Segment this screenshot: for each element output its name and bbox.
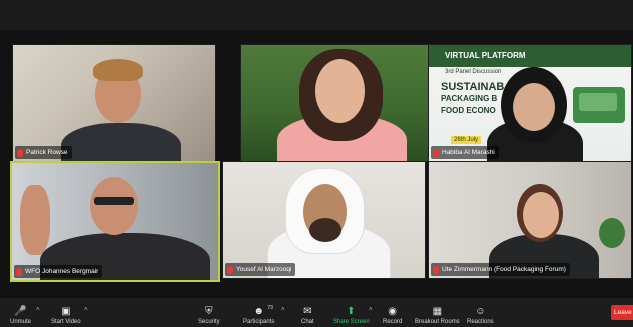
participants-count: 73 (267, 305, 273, 311)
participant-name: Yousef Al Marzooqi (236, 266, 292, 273)
breakout-rooms-label: Breakout Rooms (415, 319, 460, 325)
unmute-label: Unmute (10, 319, 32, 325)
mic-muted-icon (227, 265, 233, 274)
name-tag: Ute Zimmermann (Food Packaging Forum) (431, 263, 570, 276)
record-label: Record (383, 319, 403, 325)
smiley-icon: ☺ (475, 306, 486, 317)
share-screen-icon: ⬆ (347, 306, 356, 317)
plant-decoration (599, 218, 625, 248)
chat-button[interactable]: ✉ Chat (301, 306, 314, 325)
mic-muted-icon (17, 148, 23, 157)
participant-head (90, 177, 138, 235)
leave-button[interactable]: Leave (611, 305, 633, 320)
share-screen-label: Share Screen (333, 319, 370, 325)
mic-muted-icon (433, 148, 439, 157)
participant-name: Patrick Rowse (26, 149, 68, 156)
slide-heading-line: PACKAGING B (441, 94, 498, 103)
shield-icon: ⛨ (205, 306, 213, 317)
participants-button[interactable]: ☻ 73 Participants (243, 305, 275, 325)
participant-beard (309, 218, 341, 242)
video-tile-patrick[interactable]: Patrick Rowse (12, 44, 216, 162)
meeting-toolbar: 🎤 Unmute ˄ ▣ Start Video ˄ ⛨ Security ☻ 7… (0, 298, 633, 327)
slide-date: 26th July (451, 136, 482, 144)
chat-bubble-icon: ✉ (303, 306, 312, 317)
video-tile-yousef[interactable]: Yousef Al Marzooqi (222, 161, 426, 279)
name-tag: WFO Johannes Bergmair (14, 265, 103, 278)
participant-body (61, 123, 181, 161)
participant-arm (20, 185, 50, 255)
name-tag: Habiba Al Marashi (431, 146, 499, 159)
slide-title: VIRTUAL PLATFORM (445, 51, 526, 60)
gallery-view: Patrick Rowse VIRTUAL PLATFORM 3rd Panel… (0, 30, 633, 298)
name-tag: Patrick Rowse (15, 146, 72, 159)
participant-head (523, 192, 559, 238)
participant-glasses (94, 197, 134, 205)
unmute-button[interactable]: 🎤 Unmute (10, 306, 31, 325)
grid-icon: ▦ (432, 306, 443, 317)
security-label: Security (198, 319, 220, 325)
security-button[interactable]: ⛨ Security (198, 306, 220, 325)
participants-label: Participants (243, 319, 275, 325)
audio-options-caret[interactable]: ˄ (36, 307, 40, 313)
video-tile-habiba[interactable]: VIRTUAL PLATFORM 3rd Panel Discussion SU… (428, 44, 632, 162)
participant-hair (93, 59, 143, 81)
slide-heading: SUSTAINAB PACKAGING B FOOD ECONO (441, 81, 504, 117)
video-off-icon: ▣ (61, 306, 71, 317)
meeting-top-bar (0, 0, 633, 30)
participant-head (315, 59, 365, 123)
mic-muted-icon (16, 267, 22, 276)
slide-subtitle: 3rd Panel Discussion (445, 69, 502, 75)
leave-label: Leave (614, 309, 632, 316)
video-tile-johannes-active-speaker[interactable]: WFO Johannes Bergmair (10, 161, 220, 282)
video-tile-ute[interactable]: Ute Zimmermann (Food Packaging Forum) (428, 161, 632, 279)
start-video-label: Start Video (51, 319, 81, 325)
video-tile-participant-2[interactable] (240, 44, 444, 162)
chat-label: Chat (301, 319, 314, 325)
participants-options-caret[interactable]: ˄ (281, 307, 285, 313)
slide-heading-line: FOOD ECONO (441, 106, 496, 115)
record-button[interactable]: ◉ Record (383, 306, 402, 325)
slide-heading-line: SUSTAINAB (441, 81, 505, 93)
video-options-caret[interactable]: ˄ (84, 307, 88, 313)
mic-muted-icon: 🎤 (14, 306, 27, 317)
reactions-button[interactable]: ☺ Reactions (467, 306, 494, 325)
start-video-button[interactable]: ▣ Start Video (51, 306, 81, 325)
participant-head (513, 83, 555, 131)
mic-muted-icon (433, 265, 439, 274)
participant-name: WFO Johannes Bergmair (25, 268, 99, 275)
slide-truck-graphic (573, 87, 625, 123)
reactions-label: Reactions (467, 319, 494, 325)
share-options-caret[interactable]: ˄ (369, 307, 373, 313)
people-icon: ☻ 73 (253, 305, 273, 317)
participant-name: Ute Zimmermann (Food Packaging Forum) (442, 266, 566, 273)
record-icon: ◉ (388, 306, 398, 317)
name-tag: Yousef Al Marzooqi (225, 263, 296, 276)
share-screen-button[interactable]: ⬆ Share Screen (333, 306, 370, 325)
breakout-rooms-button[interactable]: ▦ Breakout Rooms (415, 306, 460, 325)
participant-name: Habiba Al Marashi (442, 149, 495, 156)
